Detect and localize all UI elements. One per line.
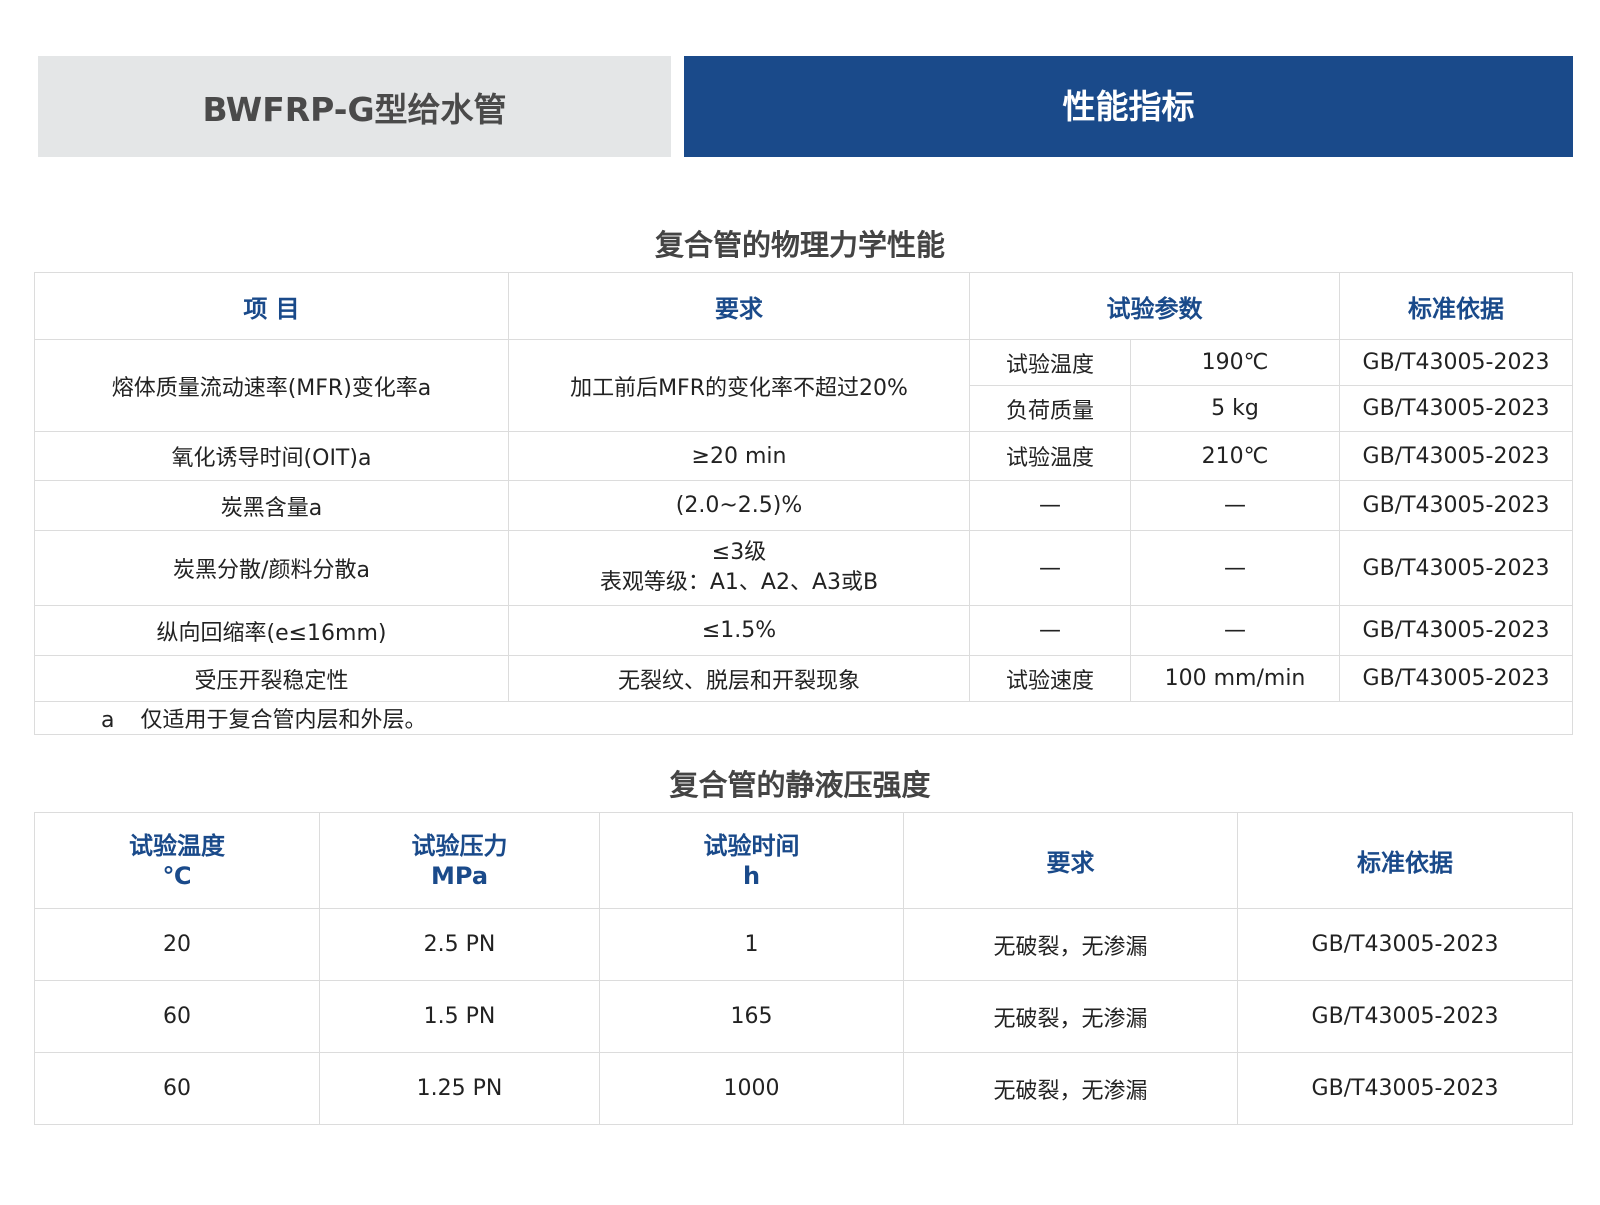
hydrostatic-strength-table: 试验温度 ℃ 试验压力 MPa 试验时间 h 要求 标准依据 20 2.5 PN… bbox=[34, 812, 1573, 1125]
row-standard: GB/T43005-2023 bbox=[1339, 605, 1573, 656]
cell-requirement: 无破裂，无渗漏 bbox=[903, 1052, 1238, 1125]
table-row: 60 1.25 PN 1000 无破裂，无渗漏 GB/T43005-2023 bbox=[34, 1052, 1573, 1125]
table-row: 60 1.5 PN 165 无破裂，无渗漏 GB/T43005-2023 bbox=[34, 980, 1573, 1053]
row-item: 纵向回缩率(e≤16mm) bbox=[34, 605, 509, 656]
row-standard: GB/T43005-2023 bbox=[1339, 339, 1573, 386]
row-param-value: — bbox=[1130, 605, 1340, 656]
row-param-name: — bbox=[969, 480, 1131, 531]
row-standard: GB/T43005-2023 bbox=[1339, 530, 1573, 606]
table-note: a 仅适用于复合管内层和外层。 bbox=[34, 701, 1573, 735]
row-requirement: ≥20 min bbox=[508, 431, 970, 481]
row-param-name: — bbox=[969, 605, 1131, 656]
physical-properties-table: 项 目 要求 试验参数 标准依据 熔体质量流动速率(MFR)变化率a 加工前后M… bbox=[34, 272, 1573, 735]
row-param-value: 100 mm/min bbox=[1130, 655, 1340, 702]
table-note-row: a 仅适用于复合管内层和外层。 bbox=[34, 701, 1573, 735]
cell-standard: GB/T43005-2023 bbox=[1237, 908, 1573, 981]
row-standard: GB/T43005-2023 bbox=[1339, 655, 1573, 702]
requirement-line-1: ≤3级 bbox=[711, 540, 767, 565]
requirement-line-2: 表观等级：A1、A2、A3或B bbox=[599, 570, 879, 595]
row-param-value: 5 kg bbox=[1130, 385, 1340, 432]
table1-header-row: 项 目 要求 试验参数 标准依据 bbox=[34, 272, 1573, 340]
row-requirement: (2.0~2.5)% bbox=[508, 480, 970, 531]
product-name-header: BWFRP-G型给水管 bbox=[38, 56, 671, 157]
row-item: 炭黑含量a bbox=[34, 480, 509, 531]
cell-requirement: 无破裂，无渗漏 bbox=[903, 980, 1238, 1053]
header-label: 试验温度 bbox=[129, 831, 225, 860]
row-param-name: 试验速度 bbox=[969, 655, 1131, 702]
row-param-value: 210℃ bbox=[1130, 431, 1340, 481]
cell-pressure: 2.5 PN bbox=[319, 908, 600, 981]
table-row: 炭黑分散/颜料分散a ≤3级 表观等级：A1、A2、A3或B — — GB/T4… bbox=[34, 530, 1573, 606]
row-param-name: — bbox=[969, 530, 1131, 606]
table1-title: 复合管的物理力学性能 bbox=[654, 228, 945, 262]
cell-requirement: 无破裂，无渗漏 bbox=[903, 908, 1238, 981]
section-header: 性能指标 bbox=[684, 56, 1573, 157]
col-header-test-params: 试验参数 bbox=[969, 272, 1340, 340]
table-row: 受压开裂稳定性 无裂纹、脱层和开裂现象 试验速度 100 mm/min GB/T… bbox=[34, 655, 1573, 702]
header-label: 试验时间 bbox=[703, 831, 800, 860]
cell-temperature: 60 bbox=[34, 1052, 320, 1125]
row-item: 炭黑分散/颜料分散a bbox=[34, 530, 509, 606]
table2-header-row: 试验温度 ℃ 试验压力 MPa 试验时间 h 要求 标准依据 bbox=[34, 812, 1573, 909]
cell-standard: GB/T43005-2023 bbox=[1237, 980, 1573, 1053]
row-requirement: ≤1.5% bbox=[508, 605, 970, 656]
header-unit: MPa bbox=[430, 861, 489, 890]
header-unit: ℃ bbox=[162, 861, 192, 890]
col-header-time: 试验时间 h bbox=[599, 812, 904, 909]
cell-pressure: 1.5 PN bbox=[319, 980, 600, 1053]
table2-title: 复合管的静液压强度 bbox=[669, 768, 931, 802]
note-marker: a bbox=[101, 708, 115, 733]
row-standard: GB/T43005-2023 bbox=[1339, 480, 1573, 531]
row-param-name: 负荷质量 bbox=[969, 385, 1131, 432]
col-header-requirement: 要求 bbox=[508, 272, 970, 340]
row-item: 氧化诱导时间(OIT)a bbox=[34, 431, 509, 481]
col-header-pressure: 试验压力 MPa bbox=[319, 812, 600, 909]
table-row: 纵向回缩率(e≤16mm) ≤1.5% — — GB/T43005-2023 bbox=[34, 605, 1573, 656]
row-item: 熔体质量流动速率(MFR)变化率a bbox=[34, 339, 509, 432]
row-requirement: 加工前后MFR的变化率不超过20% bbox=[508, 339, 970, 432]
row-param-value: 190℃ bbox=[1130, 339, 1340, 386]
header-unit: h bbox=[742, 861, 761, 890]
cell-time: 1 bbox=[599, 908, 904, 981]
row-param-value: — bbox=[1130, 480, 1340, 531]
row-requirement: 无裂纹、脱层和开裂现象 bbox=[508, 655, 970, 702]
row-param-name: 试验温度 bbox=[969, 339, 1131, 386]
table-row: 氧化诱导时间(OIT)a ≥20 min 试验温度 210℃ GB/T43005… bbox=[34, 431, 1573, 481]
table-row: 炭黑含量a (2.0~2.5)% — — GB/T43005-2023 bbox=[34, 480, 1573, 531]
cell-temperature: 20 bbox=[34, 908, 320, 981]
row-item: 受压开裂稳定性 bbox=[34, 655, 509, 702]
table-row: 熔体质量流动速率(MFR)变化率a 加工前后MFR的变化率不超过20% 试验温度… bbox=[34, 339, 1573, 432]
cell-time: 1000 bbox=[599, 1052, 904, 1125]
row-param-name: 试验温度 bbox=[969, 431, 1131, 481]
row-standard: GB/T43005-2023 bbox=[1339, 431, 1573, 481]
col-header-temperature: 试验温度 ℃ bbox=[34, 812, 320, 909]
col-header-requirement: 要求 bbox=[903, 812, 1238, 909]
col-header-item: 项 目 bbox=[34, 272, 509, 340]
cell-time: 165 bbox=[599, 980, 904, 1053]
cell-temperature: 60 bbox=[34, 980, 320, 1053]
row-requirement: ≤3级 表观等级：A1、A2、A3或B bbox=[508, 530, 970, 606]
cell-pressure: 1.25 PN bbox=[319, 1052, 600, 1125]
header-label: 试验压力 bbox=[411, 831, 508, 860]
col-header-standard: 标准依据 bbox=[1339, 272, 1573, 340]
col-header-standard: 标准依据 bbox=[1237, 812, 1573, 909]
row-param-value: — bbox=[1130, 530, 1340, 606]
cell-standard: GB/T43005-2023 bbox=[1237, 1052, 1573, 1125]
note-text: 仅适用于复合管内层和外层。 bbox=[140, 708, 427, 733]
table-row: 20 2.5 PN 1 无破裂，无渗漏 GB/T43005-2023 bbox=[34, 908, 1573, 981]
row-standard: GB/T43005-2023 bbox=[1339, 385, 1573, 432]
